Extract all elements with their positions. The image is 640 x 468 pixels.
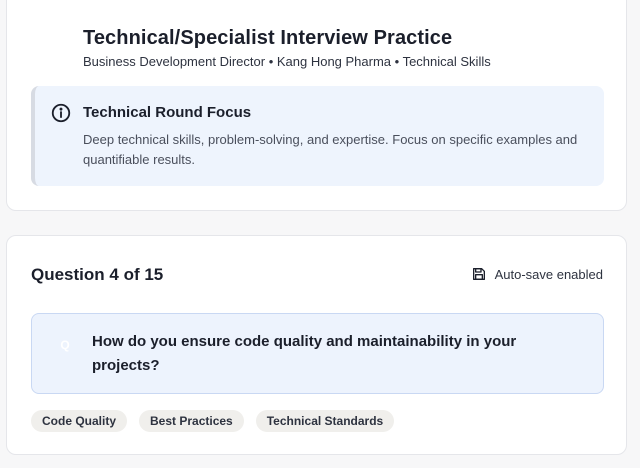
question-icon: Q (60, 338, 70, 352)
info-icon (51, 103, 71, 123)
question-tags: Code Quality Best Practices Technical St… (31, 410, 395, 432)
focus-description: Deep technical skills, problem-solving, … (83, 132, 578, 167)
tag-code-quality: Code Quality (31, 410, 128, 432)
autosave-label: Auto-save enabled (494, 266, 603, 282)
page-title: Technical/Specialist Interview Practice (83, 27, 453, 49)
round-focus-callout: Technical Round Focus Deep technical ski… (31, 86, 604, 186)
save-icon (472, 268, 485, 280)
page-subtitle: Business Development Director • Kang Hon… (83, 54, 491, 69)
autosave-indicator: Auto-save enabled (471, 266, 603, 282)
question-card: Question 4 of 15 Auto-save enabled Q How… (6, 235, 627, 455)
tag-technical-standards: Technical Standards (255, 410, 395, 432)
interview-header-card: Technical/Specialist Interview Practice … (6, 0, 627, 211)
focus-title: Technical Round Focus (83, 104, 252, 121)
question-prompt-box: Q How do you ensure code quality and mai… (31, 313, 604, 394)
tag-best-practices: Best Practices (139, 410, 244, 432)
question-text: How do you ensure code quality and maint… (92, 333, 517, 374)
question-counter: Question 4 of 15 (31, 265, 164, 284)
